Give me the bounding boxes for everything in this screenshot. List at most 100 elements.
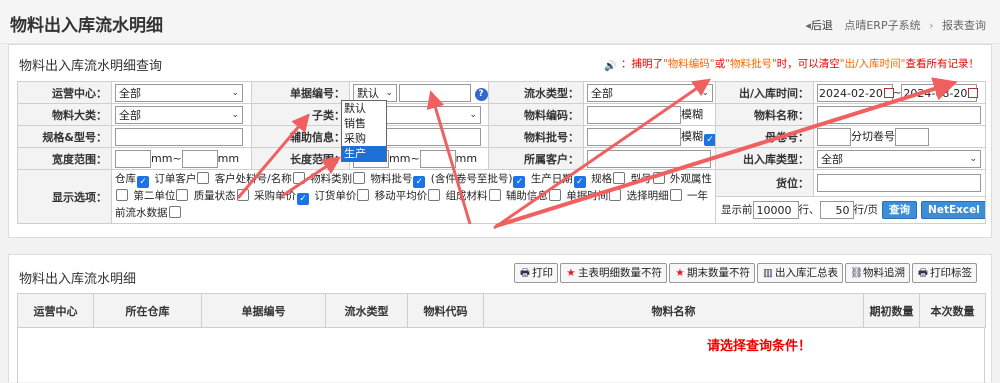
display-option-checkbox[interactable] (357, 189, 370, 201)
breadcrumb: ◂后退 点晴ERP子系统 › 报表查询 (805, 17, 986, 33)
column-header[interactable]: 物料代码 (407, 293, 484, 328)
toolbar-button[interactable]: 🖶 打印标签 (912, 263, 977, 283)
column-header[interactable]: 物料名称 (483, 293, 864, 328)
column-header[interactable]: 期初数量 (863, 293, 920, 328)
display-option: 辅助信息 (506, 189, 566, 202)
breadcrumb-item[interactable]: 点晴ERP子系统 (844, 19, 920, 32)
fuzzy-label: 模糊 (681, 107, 703, 121)
display-option-checkbox[interactable] (176, 189, 189, 201)
fuzzy-checkbox[interactable]: ✓ (704, 133, 715, 146)
display-option-checkbox[interactable]: ✓ (513, 176, 526, 188)
split-roll-label: 分切卷号 (851, 129, 895, 143)
material-name-label: 物料名称： (715, 103, 814, 126)
display-option: 生产日期 ✓ (531, 173, 591, 188)
column-header[interactable]: 运营中心 (17, 293, 94, 328)
subcategory-label: 子类： (251, 103, 350, 126)
date-to-input[interactable]: 2024-08-20 (901, 83, 979, 102)
dropdown-option[interactable]: 默认 (342, 101, 386, 116)
flow-type-select[interactable]: 全部 ⌄ (587, 83, 713, 102)
calendar-icon[interactable] (968, 87, 979, 98)
io-type-select[interactable]: 全部 ⌄ (817, 149, 981, 168)
display-option-checkbox[interactable] (652, 172, 665, 184)
star-icon: ★ (675, 267, 685, 279)
dropdown-option[interactable]: 销售 (342, 116, 386, 131)
toolbar-button[interactable]: ▥ 出入库汇总表 (757, 263, 843, 283)
category-select[interactable]: 全部 ⌄ (115, 105, 243, 124)
toolbar-button[interactable]: ⛓物料追溯 (845, 263, 910, 283)
date-from-input[interactable]: 2024-02-20 (817, 83, 894, 102)
export-excel-button[interactable]: NetExcel (921, 201, 985, 219)
split-roll-input[interactable] (895, 127, 929, 146)
top-bar: 物料出入库流水明细 ◂后退 点晴ERP子系统 › 报表查询 (0, 0, 1000, 44)
chevron-down-icon: ⌄ (385, 87, 393, 98)
customer-input[interactable] (587, 149, 711, 168)
dropdown-option-selected[interactable]: 生产 (342, 146, 386, 161)
width-max-input[interactable] (181, 149, 218, 168)
display-option-checkbox[interactable] (168, 206, 181, 218)
display-option-checkbox[interactable]: ✓ (413, 176, 426, 188)
display-option-checkbox[interactable] (353, 172, 366, 184)
show-first-input[interactable]: 10000 (752, 201, 799, 219)
material-code-input[interactable] (587, 105, 681, 124)
ops-center-label: 运营中心： (17, 81, 112, 104)
display-option: 物料批号 ✓ (370, 173, 430, 188)
display-option-checkbox[interactable] (428, 189, 441, 201)
display-option: 选择明细 (627, 189, 687, 202)
doc-no-input[interactable] (399, 83, 471, 102)
display-option-checkbox[interactable]: ✓ (573, 176, 586, 188)
breadcrumb-item[interactable]: 报表查询 (942, 19, 986, 32)
dropdown-option[interactable]: 采购 (342, 131, 386, 146)
material-name-input[interactable] (817, 105, 981, 124)
column-header[interactable]: 本次数量 (919, 293, 986, 328)
per-page-input[interactable]: 50 (819, 201, 854, 219)
display-option-checkbox[interactable] (116, 189, 128, 201)
display-option: 规格 (591, 172, 630, 185)
display-option-checkbox[interactable] (236, 189, 249, 201)
empty-message: 请选择查询条件！ (706, 339, 811, 354)
width-min-input[interactable] (115, 149, 151, 168)
column-header[interactable]: 所在仓库 (93, 293, 202, 328)
spec-model-input[interactable] (115, 127, 243, 146)
list-toolbar: 🖶 打印 ★ 主表明细数量不符 ★ 期末数量不符 ▥ 出入库汇总表 ⛓物料追溯 🖶 打印标签 (512, 263, 977, 283)
display-option-checkbox[interactable] (613, 172, 626, 184)
display-option-checkbox[interactable] (197, 172, 210, 184)
doc-no-label: 单据编号： (251, 81, 350, 104)
speaker-icon: 🔊 (603, 61, 617, 72)
back-link[interactable]: 后退 (811, 19, 833, 32)
toolbar-button[interactable]: ★ 主表明细数量不符 (560, 263, 667, 283)
doc-prefix-dropdown: 默认 销售 采购 生产 (341, 100, 387, 162)
chevron-down-icon: ⌄ (231, 109, 239, 120)
display-option: 物料类别 (310, 172, 370, 185)
display-option-checkbox[interactable] (548, 189, 561, 201)
ops-center-select[interactable]: 全部 ⌄ (115, 83, 243, 102)
toolbar-button[interactable]: ★ 期末数量不符 (669, 263, 755, 283)
display-option-checkbox[interactable]: ✓ (137, 176, 149, 188)
mother-roll-label: 母卷号： (715, 125, 814, 148)
display-option: 采购单价 ✓ (254, 190, 314, 205)
location-input[interactable] (817, 174, 981, 192)
display-option-checkbox[interactable] (669, 189, 682, 201)
chevron-down-icon: ⌄ (469, 109, 477, 120)
display-option-checkbox[interactable] (488, 189, 501, 201)
column-header[interactable]: 流水类型 (325, 293, 408, 328)
batch-no-input[interactable] (587, 127, 681, 146)
chevron-down-icon: ⌄ (231, 87, 239, 98)
display-option-checkbox[interactable]: ✓ (297, 193, 310, 205)
display-option-checkbox[interactable] (292, 172, 305, 184)
chart-icon: ▥ (763, 267, 773, 279)
help-icon[interactable]: ? (474, 87, 488, 101)
printer-icon: 🖶 (520, 267, 530, 279)
length-max-input[interactable] (419, 149, 456, 168)
query-panel-title: 物料出入库流水明细查询 (19, 59, 163, 74)
location-label: 货位： (715, 169, 814, 197)
toolbar-button[interactable]: 🖶 打印 (514, 263, 558, 283)
result-table: 运营中心 所在仓库 单据编号 流水类型 物料代码 物料名称 期初数量 本次数量 (17, 293, 986, 328)
doc-prefix-select[interactable]: 默认 ⌄ (353, 83, 397, 102)
mother-roll-input[interactable] (817, 127, 851, 146)
column-header[interactable]: 单据编号 (201, 293, 326, 328)
display-option-checkbox[interactable] (609, 189, 622, 201)
search-button[interactable]: 查询 (882, 201, 918, 219)
spec-model-label: 规格&型号： (17, 125, 112, 148)
display-option: 型号 (631, 172, 670, 185)
io-type-label: 出入库类型： (715, 147, 814, 170)
